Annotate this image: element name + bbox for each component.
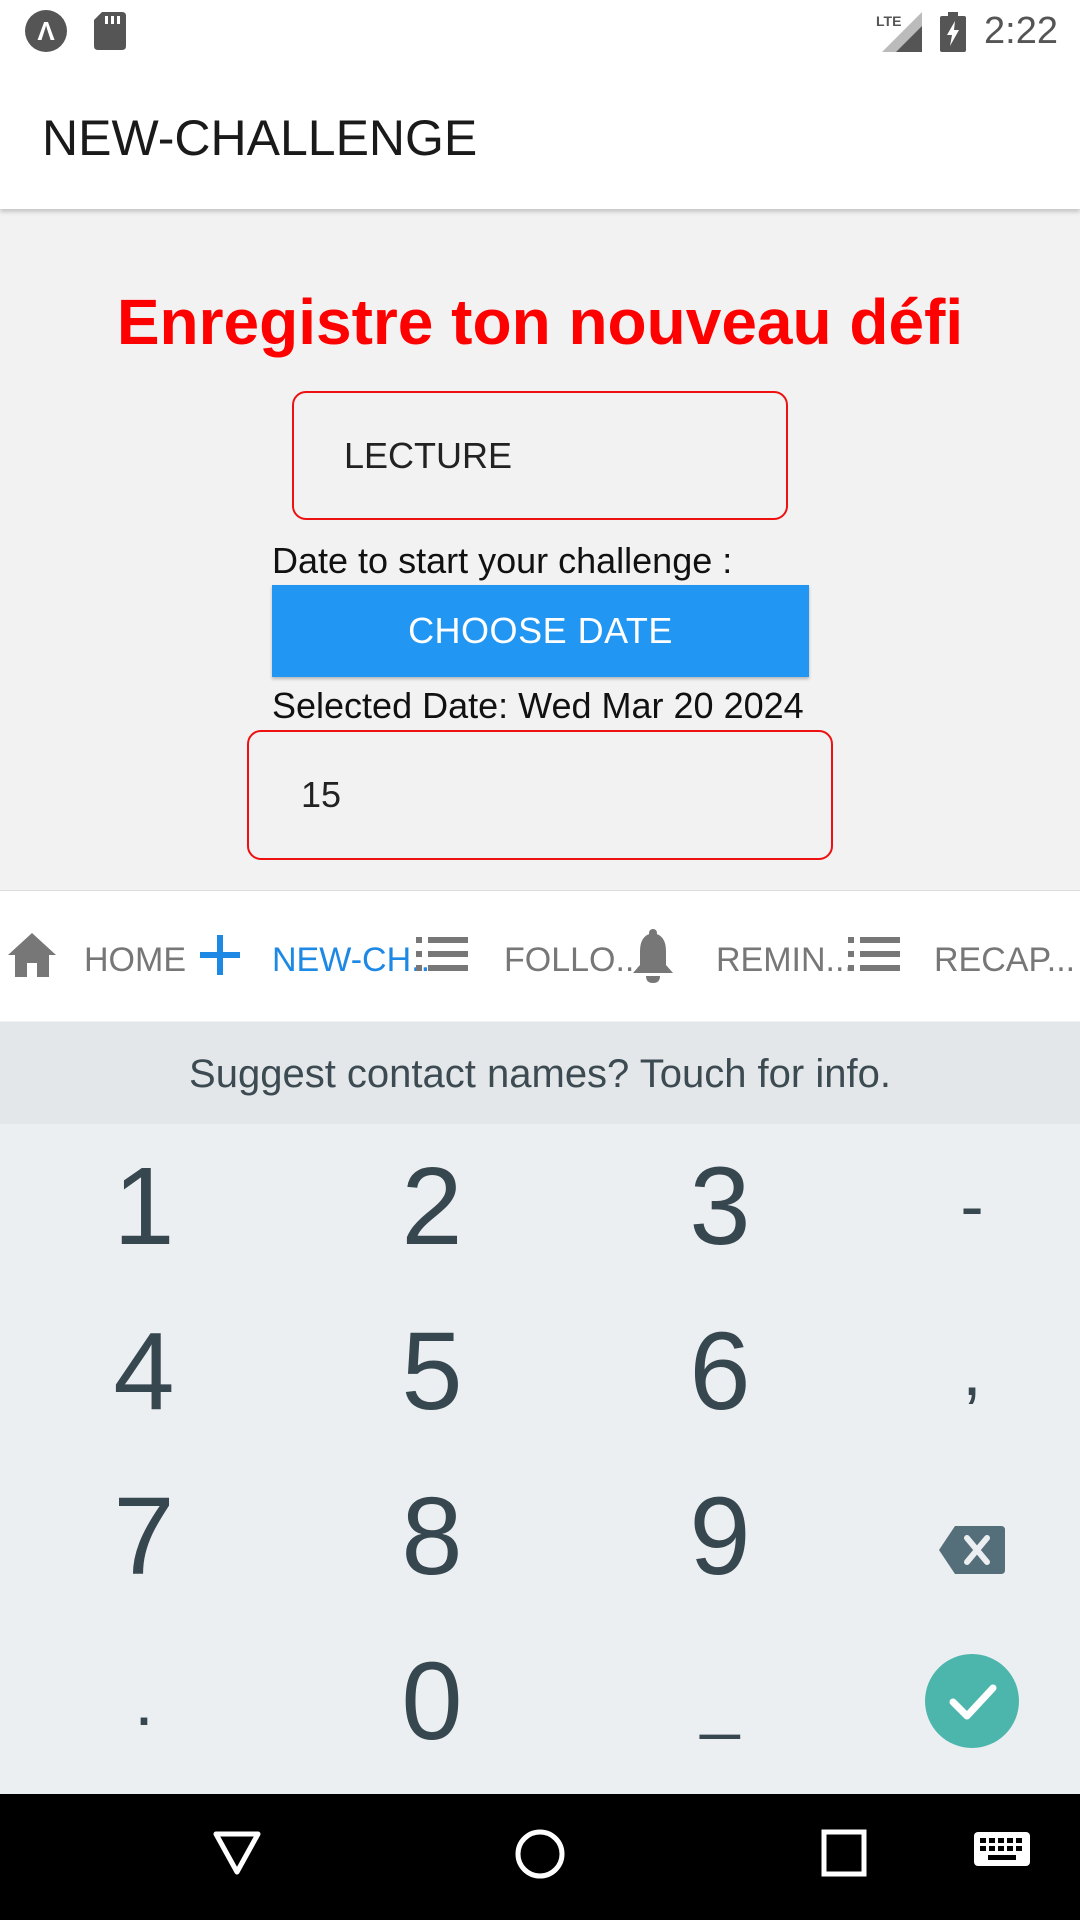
key-8[interactable]: 8 <box>312 1454 552 1619</box>
key-underscore[interactable]: _ <box>600 1619 840 1784</box>
tab-follow-label: FOLLO... <box>504 941 644 979</box>
tab-recap-label: RECAP... <box>934 941 1076 979</box>
key-3[interactable]: 3 <box>600 1124 840 1289</box>
key-5[interactable]: 5 <box>312 1289 552 1454</box>
key-period[interactable]: . <box>24 1619 264 1784</box>
page-title: NEW-CHALLENGE <box>42 110 478 166</box>
choose-date-button[interactable]: CHOOSE DATE <box>272 585 809 677</box>
tab-home[interactable]: HOME <box>0 891 200 1021</box>
days-input[interactable]: 15 <box>247 730 833 860</box>
numeric-keyboard: 1 2 3 - 4 5 6 , 7 8 9 . 0 _ <box>0 1124 1080 1794</box>
list-icon <box>416 937 468 971</box>
plus-icon <box>200 935 240 975</box>
selected-date-text: Selected Date: Wed Mar 20 2024 <box>272 685 804 726</box>
status-time: 2:22 <box>984 10 1058 52</box>
challenge-name-input[interactable]: LECTURE <box>292 391 788 520</box>
start-date-label: Date to start your challenge : <box>272 540 733 581</box>
tab-new-challenge[interactable]: NEW-CH... <box>196 891 439 1021</box>
bell-icon <box>633 929 673 983</box>
list-icon <box>848 937 900 971</box>
bottom-tab-bar: HOME NEW-CH... FOLLO... REMIN... RECAP..… <box>0 890 1080 1021</box>
back-icon[interactable] <box>212 1828 262 1878</box>
key-backspace[interactable] <box>852 1454 1080 1619</box>
tab-reminder-label: REMIN... <box>716 941 854 979</box>
app-logo-icon: Λ <box>25 10 67 52</box>
key-9[interactable]: 9 <box>600 1454 840 1619</box>
backspace-icon <box>939 1526 1005 1574</box>
key-2[interactable]: 2 <box>312 1124 552 1289</box>
lte-signal-icon: LTE <box>876 12 922 52</box>
system-nav-bar <box>0 1794 1080 1920</box>
tab-home-label: HOME <box>84 941 186 979</box>
key-comma[interactable]: , <box>852 1289 1080 1454</box>
key-6[interactable]: 6 <box>600 1289 840 1454</box>
key-1[interactable]: 1 <box>24 1124 264 1289</box>
home-icon <box>8 933 56 977</box>
svg-text:LTE: LTE <box>876 13 901 29</box>
key-0[interactable]: 0 <box>312 1619 552 1784</box>
checkmark-icon <box>949 1684 997 1720</box>
app-bar: NEW-CHALLENGE <box>0 63 1080 209</box>
key-4[interactable]: 4 <box>24 1289 264 1454</box>
status-bar: Λ LTE 2:22 <box>0 0 1080 63</box>
keyboard-switch-icon[interactable] <box>974 1832 1030 1870</box>
tab-recap[interactable]: RECAP... <box>846 891 1080 1021</box>
key-7[interactable]: 7 <box>24 1454 264 1619</box>
form-heading: Enregistre ton nouveau défi <box>116 286 964 358</box>
sd-card-icon <box>94 12 126 50</box>
key-dash[interactable]: - <box>852 1124 1080 1289</box>
home-nav-icon[interactable] <box>514 1828 566 1880</box>
recents-icon[interactable] <box>820 1828 868 1878</box>
battery-charging-icon <box>940 12 966 52</box>
tab-follow[interactable]: FOLLO... <box>414 891 644 1021</box>
tab-reminder[interactable]: REMIN... <box>626 891 854 1021</box>
key-enter[interactable] <box>925 1654 1019 1748</box>
keyboard-suggestion-strip[interactable]: Suggest contact names? Touch for info. <box>0 1022 1080 1124</box>
